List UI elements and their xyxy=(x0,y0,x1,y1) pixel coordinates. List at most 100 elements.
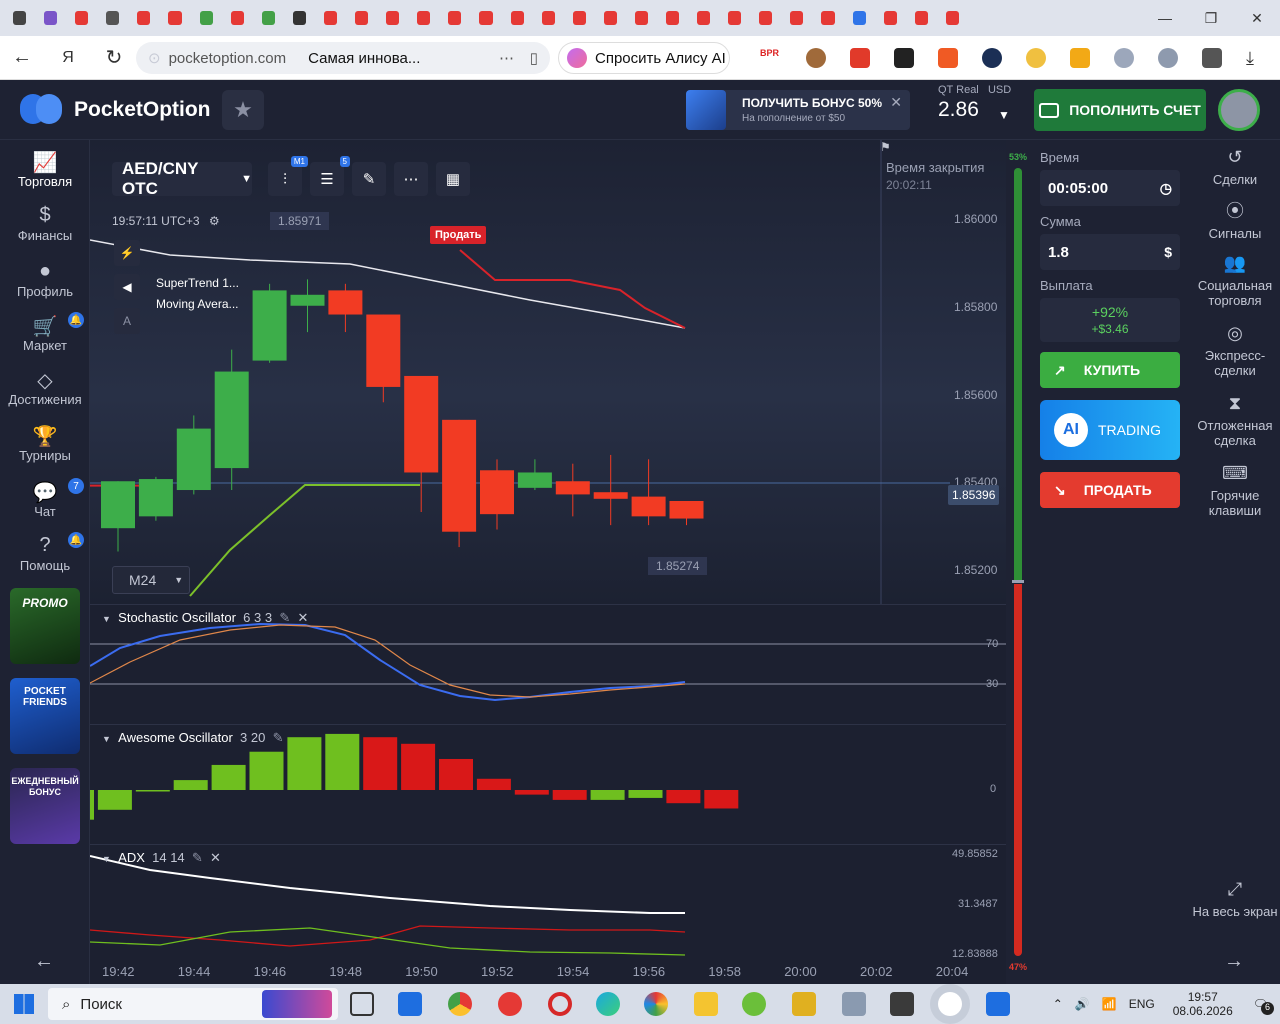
yandex-active-icon[interactable] xyxy=(938,992,962,1016)
chart-area[interactable]: AED/CNY OTC ▼ ⫶ M1 ☰ 5 ✎ ⋯ ▦ 19:57:11 UTC+3… xyxy=(90,140,1006,984)
wifi-icon[interactable]: 📶 xyxy=(1102,997,1117,1011)
logo[interactable]: PocketOption xyxy=(20,94,211,126)
nav-item-chat[interactable]: 💬 Чат 7 xyxy=(0,478,90,519)
browser-tab-icon[interactable] xyxy=(603,11,617,25)
volume-icon[interactable]: 🔊 xyxy=(1075,997,1090,1011)
extension-globe-icon[interactable] xyxy=(1158,48,1178,68)
nav-item-express[interactable]: ◎ Экспресс-сделки xyxy=(1190,324,1280,378)
nav-item-signals[interactable]: ⦿ Сигналы xyxy=(1190,202,1280,241)
pair-selector[interactable]: AED/CNY OTC ▼ xyxy=(112,159,252,198)
browser-tab-icon[interactable] xyxy=(945,11,959,25)
monitor-app-icon[interactable] xyxy=(842,992,866,1016)
extension-sound-icon[interactable] xyxy=(1026,48,1046,68)
time-input[interactable]: 00:05:00 ◷ xyxy=(1040,170,1180,206)
edge-icon[interactable] xyxy=(596,992,620,1016)
browser-tab-icon[interactable] xyxy=(168,11,182,25)
nav-item-pending[interactable]: ⧗ Отложенная сделка xyxy=(1190,394,1280,448)
browser-tab-icon[interactable] xyxy=(883,11,897,25)
pencil-icon[interactable]: ✎ xyxy=(192,850,203,865)
more-button[interactable]: ⋯ xyxy=(394,162,428,196)
browser-tab-icon[interactable] xyxy=(44,11,58,25)
browser-tab-icon[interactable] xyxy=(292,11,306,25)
extension-bpr-icon[interactable]: BPR xyxy=(760,48,786,68)
pencil-icon[interactable]: ✎ xyxy=(279,610,290,625)
promo-card[interactable]: PROMO xyxy=(10,588,80,664)
browser-tab-icon[interactable] xyxy=(821,11,835,25)
browser-tab-icon[interactable] xyxy=(106,11,120,25)
extension-shield-icon[interactable] xyxy=(1070,48,1090,68)
nav-item-market[interactable]: 🛒 Маркет 🔔 xyxy=(0,312,90,353)
bonus-banner[interactable]: ПОЛУЧИТЬ БОНУС 50% На пополнение от $50 … xyxy=(686,90,910,130)
browser-tab-icon[interactable] xyxy=(261,11,275,25)
daily-bonus-card[interactable]: ЕЖЕДНЕВНЫЙ БОНУС xyxy=(10,768,80,844)
account-selector[interactable]: QT Real USD 2.86 ▼ xyxy=(938,84,1022,134)
refresh-icon[interactable]: ↻ xyxy=(98,42,130,74)
close-icon[interactable]: ✕ xyxy=(890,94,902,111)
task-view-icon[interactable] xyxy=(350,992,374,1016)
gear-icon[interactable]: ⚙ xyxy=(209,214,220,228)
yandex-browser-icon[interactable] xyxy=(498,992,522,1016)
language-indicator[interactable]: ENG xyxy=(1129,997,1155,1011)
browser-tab-icon[interactable] xyxy=(697,11,711,25)
layout-button[interactable]: ▦ xyxy=(436,162,470,196)
price-chart[interactable] xyxy=(90,140,1006,984)
extension-cookie-icon[interactable] xyxy=(806,48,826,68)
url-field[interactable]: ⊙ pocketoption.com Самая иннова... ⋯ ▯ xyxy=(136,42,550,74)
browser-tab-icon[interactable] xyxy=(759,11,773,25)
drawing-button[interactable]: ✎ xyxy=(352,162,386,196)
extension-pdf-icon[interactable] xyxy=(938,48,958,68)
close-icon[interactable]: ✕ xyxy=(210,850,221,865)
browser-tab-icon[interactable] xyxy=(728,11,742,25)
browser-tab-icon[interactable] xyxy=(634,11,648,25)
windows-start-icon[interactable] xyxy=(14,994,34,1014)
browser-tab-icon[interactable] xyxy=(199,11,213,25)
amount-input[interactable]: 1.8 $ xyxy=(1040,234,1180,270)
browser-tab-icon[interactable] xyxy=(386,11,400,25)
taskbar-search[interactable]: ⌕ Поиск xyxy=(48,988,338,1020)
mail-icon[interactable] xyxy=(398,992,422,1016)
photos-icon[interactable] xyxy=(644,992,668,1016)
nav-item-hotkeys[interactable]: ⌨ Горячие клавиши xyxy=(1190,464,1280,518)
browser-tab-icon[interactable] xyxy=(790,11,804,25)
chevron-up-icon[interactable]: ⌃ xyxy=(1053,997,1063,1011)
lock-app-icon[interactable] xyxy=(792,992,816,1016)
tab-strip[interactable] xyxy=(6,4,966,32)
browser-tab-icon[interactable] xyxy=(572,11,586,25)
browser-tab-icon[interactable] xyxy=(510,11,524,25)
collapse-arrow-icon[interactable]: ← xyxy=(34,950,54,973)
pencil-icon[interactable]: ✎ xyxy=(273,730,284,745)
nav-item-fullscreen[interactable]: ⤢ На весь экран xyxy=(1190,880,1280,919)
caret-down-icon[interactable]: ▼ xyxy=(102,734,111,744)
browser-tab-icon[interactable] xyxy=(323,11,338,25)
indicators-button[interactable]: ☰ 5 xyxy=(310,156,350,196)
indicator-moving-average[interactable]: Moving Avera... xyxy=(156,297,239,311)
minimize-icon[interactable]: — xyxy=(1142,0,1188,36)
nav-item-social[interactable]: 👥 Социальная торговля xyxy=(1190,254,1280,308)
browser-tab-icon[interactable] xyxy=(541,11,555,25)
avatar[interactable] xyxy=(1218,89,1260,131)
ai-trading-button[interactable]: AI TRADING xyxy=(1040,400,1180,460)
collapse-indicators-icon[interactable]: ◀ xyxy=(114,274,140,300)
extension-protect-icon[interactable] xyxy=(1114,48,1134,68)
browser-tab-icon[interactable] xyxy=(230,11,244,25)
browser-tab-icon[interactable] xyxy=(417,11,431,25)
yandex-icon[interactable]: Я xyxy=(52,42,84,74)
notification-icon[interactable]: 🗨 6 xyxy=(1253,997,1274,1015)
expand-arrow-icon[interactable]: → xyxy=(1224,950,1244,973)
browser-tab-icon[interactable] xyxy=(13,11,27,25)
deposit-button[interactable]: ПОПОЛНИТЬ СЧЕТ xyxy=(1034,89,1206,131)
extension-red-icon[interactable] xyxy=(850,48,870,68)
explorer-icon[interactable] xyxy=(694,992,718,1016)
back-icon[interactable]: ← xyxy=(6,42,38,74)
app-plus-icon[interactable] xyxy=(742,992,766,1016)
text-tool-icon[interactable]: A xyxy=(114,308,140,334)
site-info-icon[interactable]: ⊙ xyxy=(148,49,161,67)
caret-down-icon[interactable]: ▼ xyxy=(102,854,111,864)
nav-item-help[interactable]: ? Помощь 🔔 xyxy=(0,532,90,573)
clock-icon[interactable]: ◷ xyxy=(1160,180,1172,197)
close-icon[interactable]: ✕ xyxy=(297,610,308,625)
nav-item-tournaments[interactable]: 🏆 Турниры xyxy=(0,424,90,463)
terminal-app-icon[interactable] xyxy=(890,992,914,1016)
restore-icon[interactable]: ❐ xyxy=(1188,0,1234,36)
pocket-friends-card[interactable]: POCKET FRIENDS xyxy=(10,678,80,754)
